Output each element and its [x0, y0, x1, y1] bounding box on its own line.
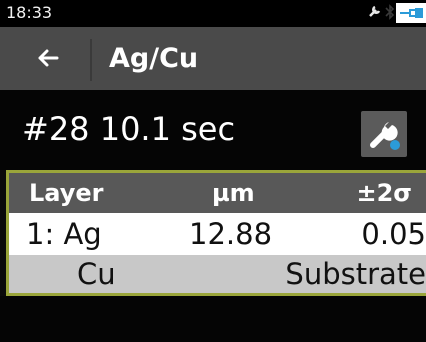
status-bar: 18:33	[0, 0, 426, 27]
title-bar: Ag/Cu	[0, 27, 426, 90]
bluetooth-icon	[385, 4, 395, 20]
title-divider	[90, 39, 92, 81]
layer-thickness: 12.88	[189, 217, 273, 251]
page-title: Ag/Cu	[109, 43, 199, 74]
arrow-left-icon	[38, 49, 59, 67]
app-screen: 18:33 Ag/Cu #28 10.1 sec Layer µm ±2σ 1:…	[0, 0, 426, 342]
battery-plug-icon	[396, 3, 426, 23]
results-table: Layer µm ±2σ 1: Ag 12.88 0.05 Cu Substra…	[6, 170, 426, 296]
column-header-uncertainty: ±2σ	[356, 179, 413, 207]
substrate-label: Substrate	[285, 257, 426, 291]
column-header-layer: Layer	[29, 179, 104, 207]
substrate-layer: Cu	[77, 257, 116, 291]
column-header-thickness: µm	[212, 179, 255, 207]
bottom-area	[0, 296, 426, 342]
settings-button[interactable]	[361, 111, 407, 157]
back-button[interactable]	[0, 27, 90, 90]
table-row[interactable]: 1: Ag 12.88 0.05	[9, 213, 426, 255]
layer-uncertainty: 0.05	[361, 217, 426, 251]
layer-name: 1: Ag	[26, 217, 102, 251]
substrate-row[interactable]: Cu Substrate	[9, 255, 426, 293]
wrench-icon	[369, 5, 381, 17]
table-header-row: Layer µm ±2σ	[9, 173, 426, 213]
measurement-label: #28 10.1 sec	[22, 110, 236, 148]
wrench-icon	[370, 122, 400, 150]
status-time: 18:33	[6, 3, 53, 22]
